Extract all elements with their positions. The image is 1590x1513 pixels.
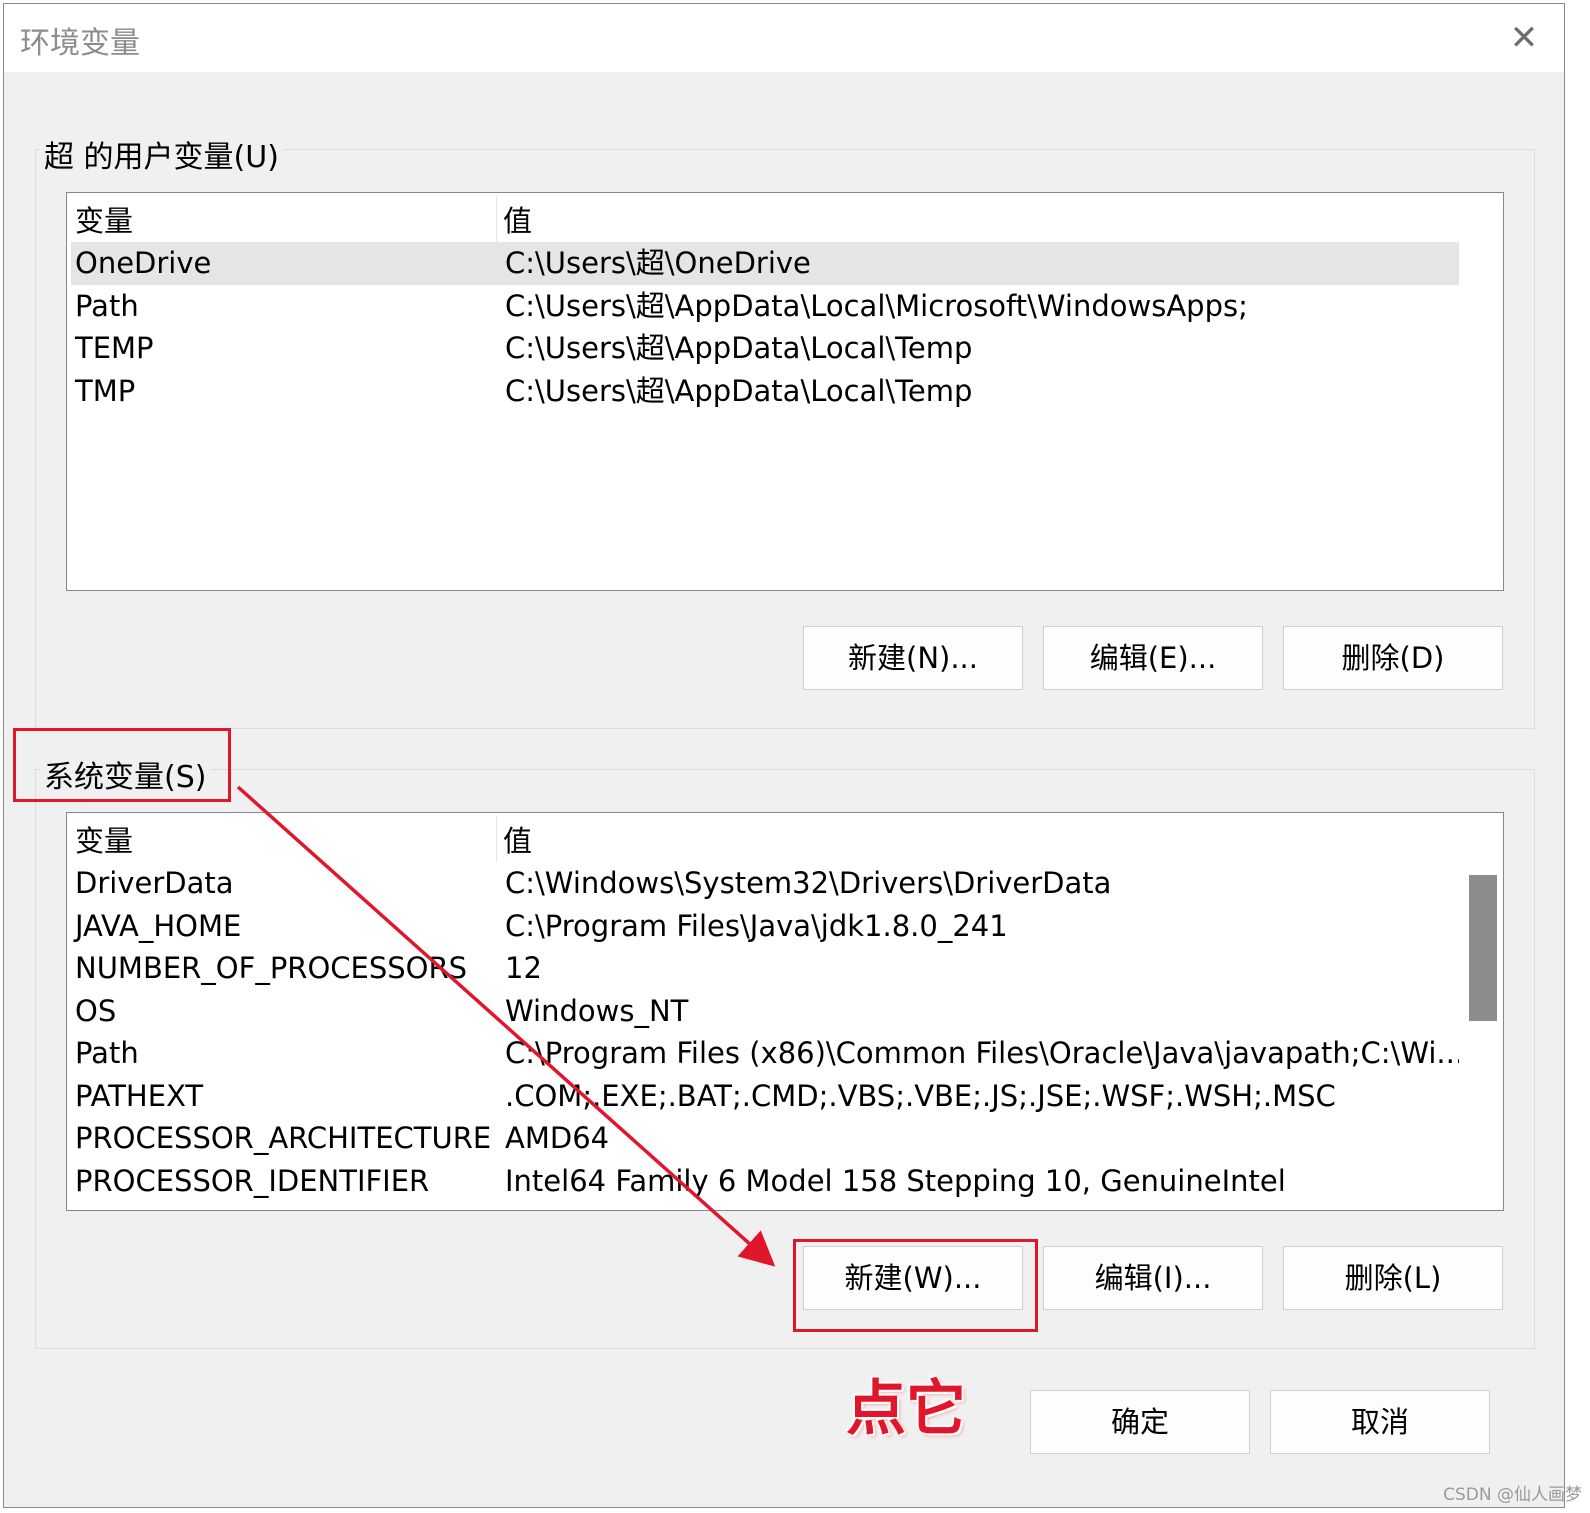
watermark: CSDN @仙人画梦 (1443, 1485, 1582, 1505)
annotation-arrow (236, 785, 776, 1267)
annotation-text: 点它 (846, 1374, 966, 1444)
